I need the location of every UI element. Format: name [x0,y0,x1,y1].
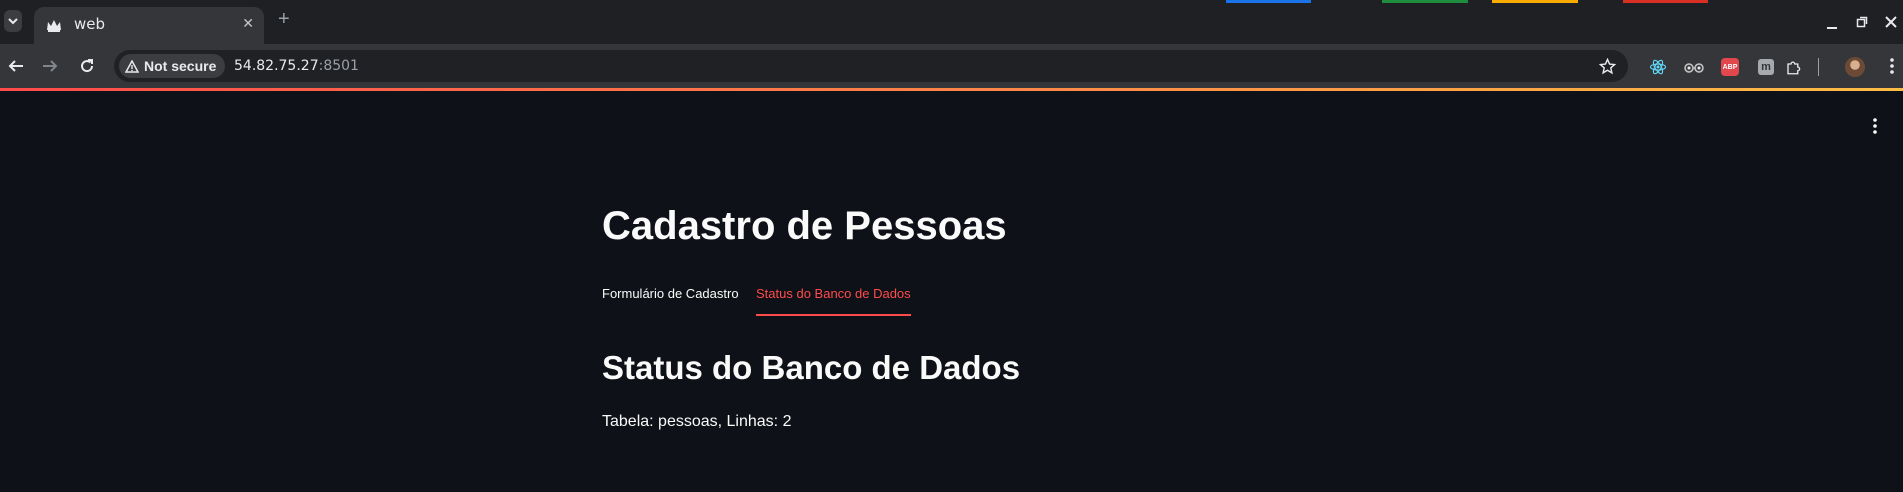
restore-icon[interactable] [1856,16,1868,28]
avatar[interactable] [1845,57,1865,77]
reload-icon[interactable] [79,58,95,74]
minimize-icon[interactable] [1826,20,1838,30]
window-edge-yellow [1492,0,1578,3]
adblock-plus-icon[interactable]: ABP [1720,57,1740,77]
active-tab-indicator [756,314,911,316]
app-tabs: Formulário de Cadastro Status do Banco d… [602,286,1302,316]
browser-tabstrip: web ✕ + [0,0,1903,44]
puzzle-icon[interactable] [1784,57,1804,77]
close-window-icon[interactable] [1885,16,1897,28]
new-tab-button[interactable]: + [278,8,290,31]
react-devtools-icon[interactable] [1648,57,1668,77]
toolbar-divider [1818,58,1819,76]
tab-status-do-banco-de-dados[interactable]: Status do Banco de Dados [756,286,911,316]
section-title: Status do Banco de Dados [602,349,1021,386]
kebab-menu-icon[interactable] [1890,58,1894,74]
browser-tab-active[interactable]: web ✕ [34,7,264,44]
window-edge-red [1623,0,1708,3]
url-text[interactable]: 54.82.75.27:8501 [234,58,359,74]
star-icon[interactable] [1599,58,1616,75]
security-indicator[interactable]: Not secure [119,54,226,78]
tab-close-icon[interactable]: ✕ [242,15,254,32]
tab-search-button[interactable] [4,10,22,32]
tab-label: Status do Banco de Dados [756,286,911,301]
tab-label: Formulário de Cadastro [602,286,739,301]
warning-triangle-icon [125,59,139,73]
arrow-left-icon[interactable] [8,58,24,74]
tab-formulario-de-cadastro[interactable]: Formulário de Cadastro [602,286,739,314]
security-label: Not secure [144,58,217,74]
app-header-decoration [0,88,1903,91]
db-status-text: Tabela: pessoas, Linhas: 2 [602,413,792,430]
browser-toolbar: Not secure 54.82.75.27:8501 ABP m [0,44,1903,88]
arrow-right-icon[interactable] [42,58,58,74]
url-port: :8501 [318,58,359,74]
m-extension-icon[interactable]: m [1756,57,1776,77]
address-bar[interactable]: Not secure 54.82.75.27:8501 [114,50,1628,82]
window-edge-green [1382,0,1468,3]
page-title: Cadastro de Pessoas [602,204,1007,248]
glasses-extension-icon[interactable] [1684,57,1704,77]
m-extension-badge: m [1758,59,1774,75]
app-main-menu-icon[interactable] [1873,118,1877,134]
window-edge-blue [1226,0,1311,3]
url-host: 54.82.75.27 [234,58,319,74]
adblock-plus-badge: ABP [1721,58,1739,76]
tab-title: web [74,15,106,33]
chevron-down-icon [8,18,18,25]
crown-favicon-icon [47,20,61,32]
